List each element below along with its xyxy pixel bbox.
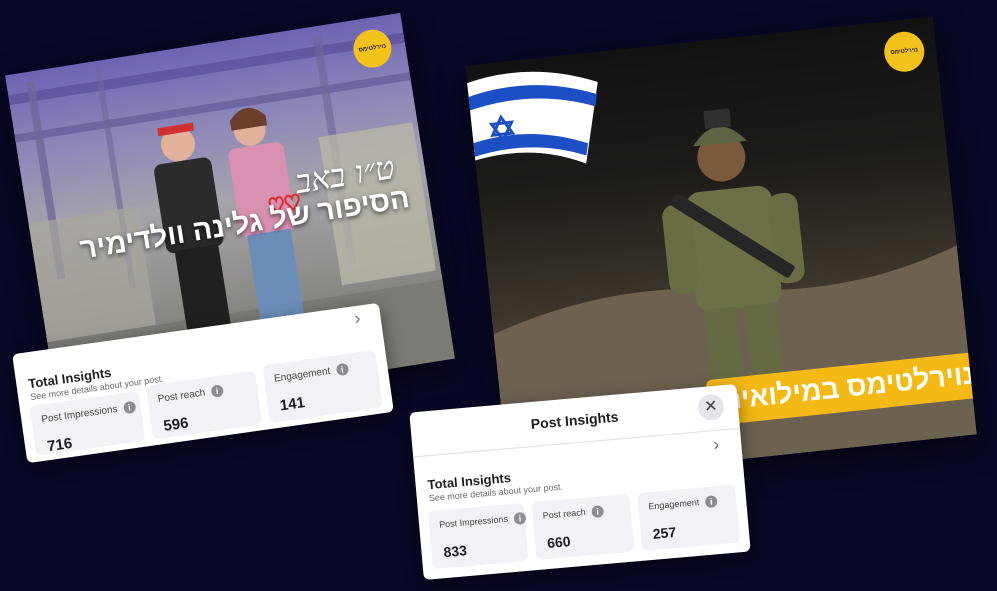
metric-engagement[interactable]: Engagement i 141 [262,349,384,424]
metric-post-impressions[interactable]: Post Impressions i 716 [29,391,146,456]
metric-value: 660 [546,533,572,552]
metric-value: 257 [652,523,677,542]
metric-value: 596 [162,414,190,435]
panel-title: Post Insights [530,408,620,433]
info-icon[interactable]: i [210,384,224,398]
chevron-right-icon[interactable]: › [712,434,720,455]
metric-label: Post Impressions i [439,511,527,532]
info-icon[interactable]: i [335,362,349,377]
israel-flag-icon [465,71,598,168]
chevron-right-icon[interactable]: › [353,308,362,330]
metric-label: Engagement i [648,495,718,513]
info-icon[interactable]: i [591,505,605,519]
metric-value: 833 [442,542,468,561]
metric-value: 716 [46,434,74,456]
info-icon[interactable]: i [513,511,527,525]
metric-post-impressions[interactable]: Post Impressions i 833 [427,502,529,570]
metric-label: Post reach i [157,384,224,405]
metric-post-reach[interactable]: Post reach i 660 [531,493,635,561]
info-icon[interactable]: i [704,495,718,509]
info-icon[interactable]: i [122,400,137,415]
metric-value: 141 [278,394,306,415]
metric-label: Post reach i [542,505,605,522]
insights-panel-right: Post Insights ✕ › Total Insights See mor… [409,384,751,580]
metric-label: Engagement i [273,362,349,385]
metric-engagement[interactable]: Engagement i 257 [637,484,740,551]
metric-label: Post Impressions i [41,400,137,426]
